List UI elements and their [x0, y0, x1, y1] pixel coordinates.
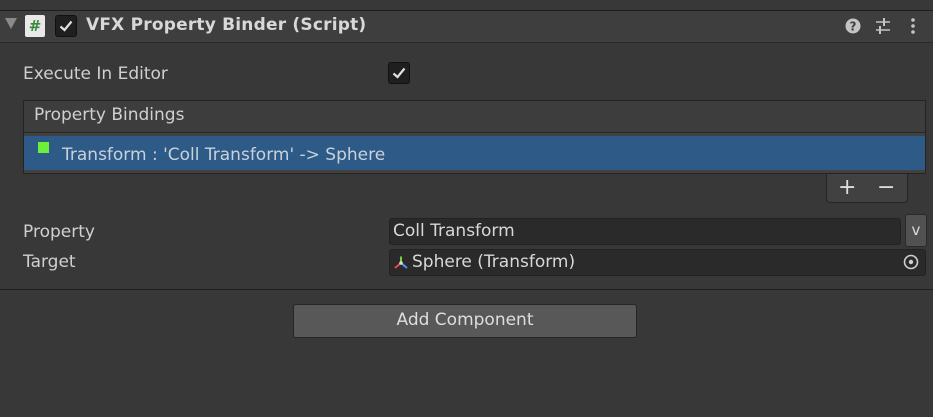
- property-label: Property: [23, 222, 95, 242]
- add-component-button[interactable]: Add Component: [293, 304, 637, 338]
- object-picker-icon[interactable]: [900, 251, 924, 274]
- component-enabled-checkbox[interactable]: [55, 15, 77, 37]
- execute-in-editor-checkbox[interactable]: [388, 62, 410, 84]
- presets-icon[interactable]: [873, 15, 893, 37]
- section-divider: [0, 289, 933, 290]
- property-bindings-title: Property Bindings: [34, 105, 185, 125]
- execute-in-editor-label: Execute In Editor: [23, 64, 168, 84]
- foldout-arrow-icon[interactable]: [5, 18, 17, 29]
- checkmark-icon: [392, 67, 406, 79]
- checkmark-icon: [59, 20, 73, 32]
- remove-binding-button[interactable]: −: [877, 175, 895, 200]
- component-title: VFX Property Binder (Script): [86, 15, 367, 35]
- svg-text:?: ?: [850, 20, 857, 34]
- binding-status-icon: [38, 142, 49, 153]
- target-object-field[interactable]: Sphere (Transform): [389, 249, 926, 276]
- more-options-icon[interactable]: [903, 15, 923, 37]
- add-binding-button[interactable]: +: [838, 175, 856, 200]
- property-dropdown-button[interactable]: v: [905, 214, 927, 247]
- binding-item-label: Transform : 'Coll Transform' -> Sphere: [62, 145, 386, 165]
- help-icon[interactable]: ?: [843, 15, 863, 37]
- property-field[interactable]: Coll Transform: [389, 218, 901, 245]
- script-icon: #: [25, 15, 45, 37]
- transform-icon: [393, 255, 409, 276]
- target-label: Target: [23, 252, 76, 272]
